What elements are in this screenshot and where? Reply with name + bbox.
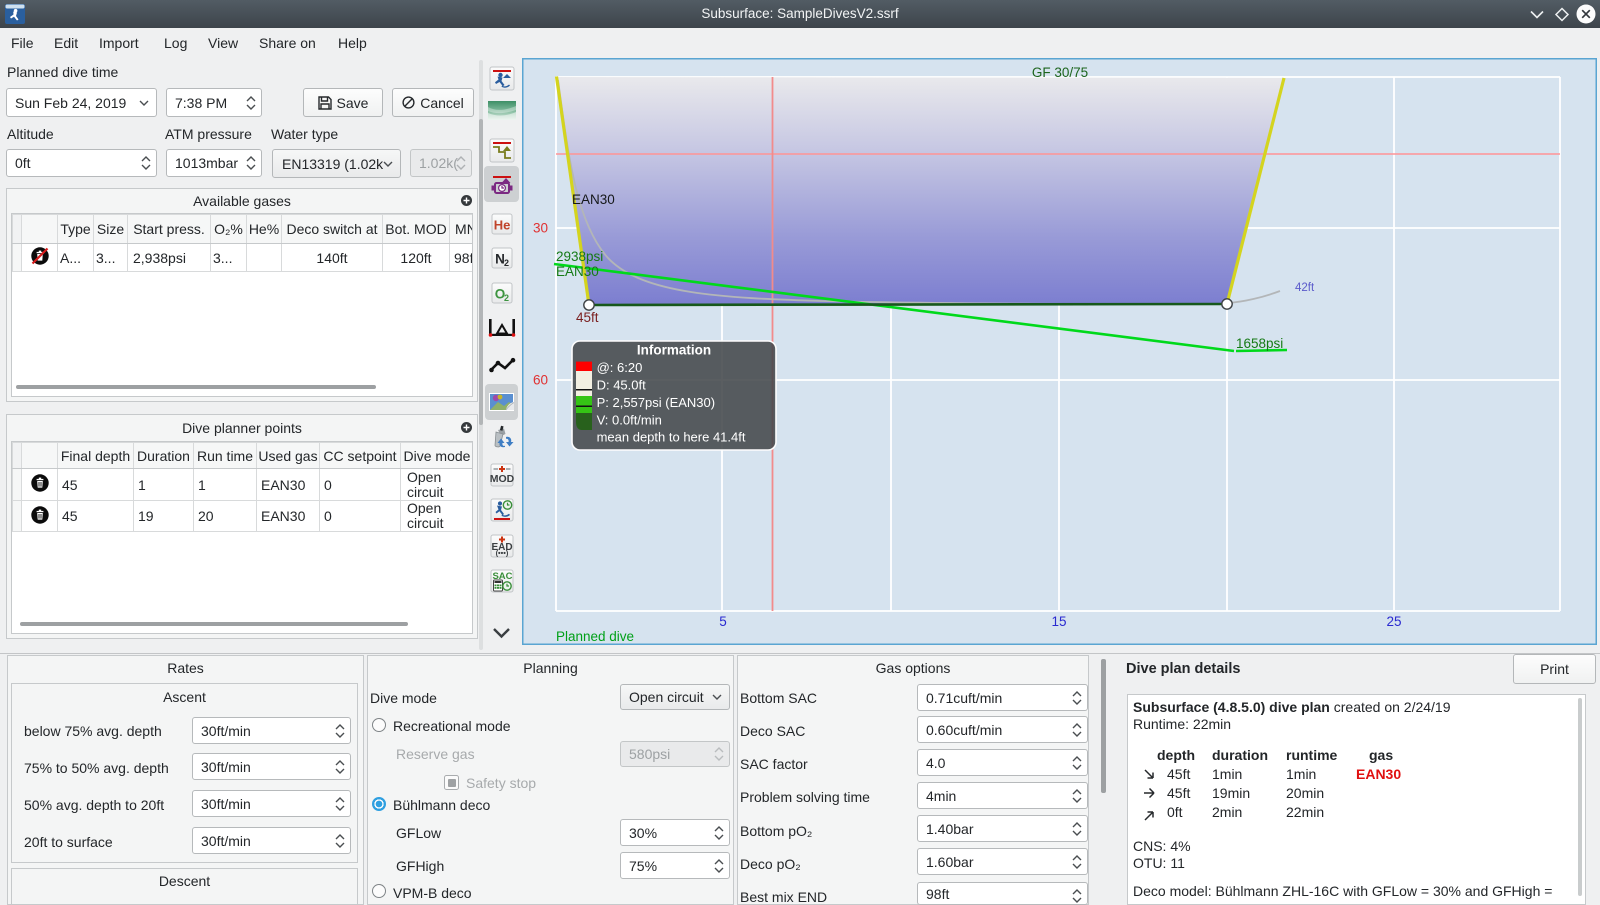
svg-text:GF 30/75: GF 30/75 [1032, 65, 1088, 80]
svg-text:2: 2 [504, 293, 509, 303]
svg-text:V: 0.0ft/min: V: 0.0ft/min [597, 412, 662, 427]
svg-text:60: 60 [533, 373, 548, 388]
svg-text:Planned dive: Planned dive [556, 629, 634, 644]
svg-text:He: He [494, 218, 511, 233]
svg-text:MOD: MOD [490, 473, 515, 485]
svg-text:(•••): (•••) [496, 549, 509, 558]
svg-text:1658psi: 1658psi [1236, 336, 1283, 351]
svg-text:15: 15 [1051, 614, 1066, 629]
svg-text:45ft: 45ft [576, 310, 599, 325]
svg-text:@: 6:20: @: 6:20 [597, 360, 643, 375]
svg-text:Information: Information [637, 343, 711, 358]
svg-text:5: 5 [719, 614, 727, 629]
svg-text:25: 25 [1386, 614, 1401, 629]
svg-text:30: 30 [533, 221, 548, 236]
svg-text:mean depth to here 41.4ft: mean depth to here 41.4ft [597, 430, 746, 445]
svg-text:P: 2,557psi (EAN30): P: 2,557psi (EAN30) [597, 395, 716, 410]
svg-text:EAN30: EAN30 [572, 192, 615, 207]
svg-text:2938psi: 2938psi [556, 249, 603, 264]
svg-text:D: 45.0ft: D: 45.0ft [597, 377, 647, 392]
svg-text:42ft: 42ft [1295, 282, 1315, 294]
svg-text:2: 2 [504, 258, 509, 268]
svg-text:EAN30: EAN30 [556, 264, 599, 279]
